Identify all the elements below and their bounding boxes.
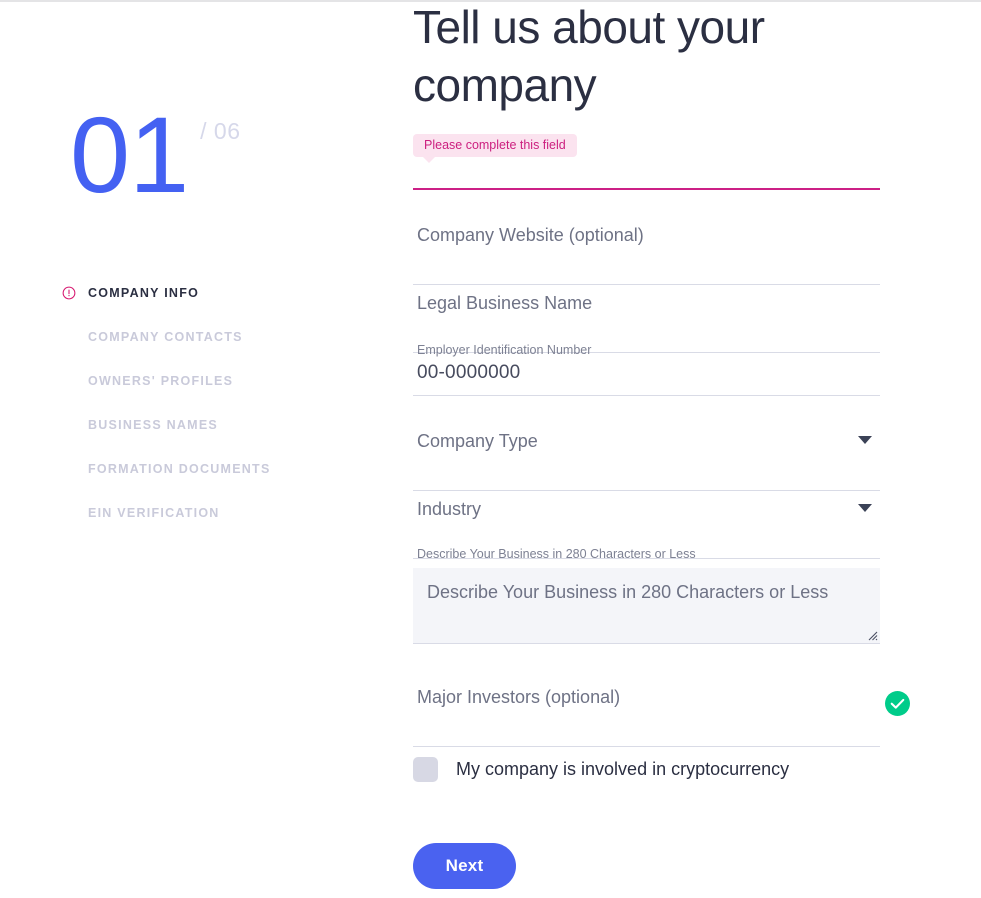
validation-error-tooltip: Please complete this field: [413, 134, 577, 163]
company-website-field[interactable]: Company Website (optional): [413, 222, 880, 285]
sidebar-item-label: EIN VERIFICATION: [88, 506, 220, 520]
company-website-placeholder: Company Website (optional): [417, 225, 644, 245]
chevron-down-icon[interactable]: [858, 504, 872, 512]
major-investors-underline: [413, 746, 880, 747]
ein-label: Employer Identification Number: [417, 343, 592, 357]
next-button[interactable]: Next: [413, 843, 516, 889]
resize-handle-icon[interactable]: [866, 629, 878, 641]
legal-business-name-placeholder: Legal Business Name: [417, 293, 593, 313]
page-title: Tell us about your company: [413, 1, 765, 111]
business-description-textarea[interactable]: Describe Your Business in 280 Characters…: [413, 568, 880, 644]
sidebar-item-owners-profiles[interactable]: OWNERS' PROFILES: [62, 369, 392, 393]
ein-underline: [413, 395, 880, 396]
industry-placeholder: Industry: [417, 499, 482, 519]
cryptocurrency-checkbox-label: My company is involved in cryptocurrency: [456, 759, 790, 779]
step-counter: 01 / 06: [70, 94, 241, 215]
step-total-count: / 06: [200, 118, 241, 144]
sidebar: 01 / 06 COMPANY INFO COMPANY CONTACTS OW…: [0, 0, 405, 898]
sidebar-item-label: OWNERS' PROFILES: [88, 374, 234, 388]
ein-value: 00-0000000: [417, 362, 521, 383]
company-type-select[interactable]: Company Type: [413, 428, 880, 491]
step-current-number: 01: [70, 94, 189, 215]
cryptocurrency-checkbox-row[interactable]: My company is involved in cryptocurrency: [413, 757, 789, 782]
alert-circle-icon: [62, 286, 88, 300]
sidebar-item-ein-verification[interactable]: EIN VERIFICATION: [62, 501, 392, 525]
sidebar-item-label: COMPANY CONTACTS: [88, 330, 243, 344]
company-info-form: Tell us about your company Please comple…: [405, 0, 981, 898]
sidebar-item-business-names[interactable]: BUSINESS NAMES: [62, 413, 392, 437]
alert-circle-icon-svg: [62, 286, 76, 300]
chevron-down-icon[interactable]: [858, 436, 872, 444]
sidebar-item-label: BUSINESS NAMES: [88, 418, 219, 432]
onboarding-page: 01 / 06 COMPANY INFO COMPANY CONTACTS OW…: [0, 0, 981, 898]
sidebar-item-label: COMPANY INFO: [88, 286, 200, 300]
sidebar-item-company-info[interactable]: COMPANY INFO: [62, 281, 392, 305]
company-name-underline: [413, 188, 880, 190]
company-type-placeholder: Company Type: [417, 431, 538, 451]
company-type-underline: [413, 490, 880, 491]
major-investors-placeholder: Major Investors (optional): [417, 687, 621, 707]
success-check-icon: [885, 691, 910, 716]
company-name-field[interactable]: [413, 160, 880, 190]
sidebar-item-company-contacts[interactable]: COMPANY CONTACTS: [62, 325, 392, 349]
sidebar-item-label: FORMATION DOCUMENTS: [88, 462, 271, 476]
business-description-field[interactable]: Describe Your Business in 280 Characters…: [413, 546, 880, 644]
ein-field[interactable]: Employer Identification Number 00-000000…: [413, 342, 880, 396]
major-investors-field[interactable]: Major Investors (optional): [413, 684, 880, 747]
step-navigation: COMPANY INFO COMPANY CONTACTS OWNERS' PR…: [62, 281, 392, 545]
business-description-placeholder: Describe Your Business in 280 Characters…: [427, 582, 829, 602]
sidebar-item-formation-documents[interactable]: FORMATION DOCUMENTS: [62, 457, 392, 481]
company-website-underline: [413, 284, 880, 285]
cryptocurrency-checkbox[interactable]: [413, 757, 438, 782]
business-description-label: Describe Your Business in 280 Characters…: [417, 547, 696, 561]
